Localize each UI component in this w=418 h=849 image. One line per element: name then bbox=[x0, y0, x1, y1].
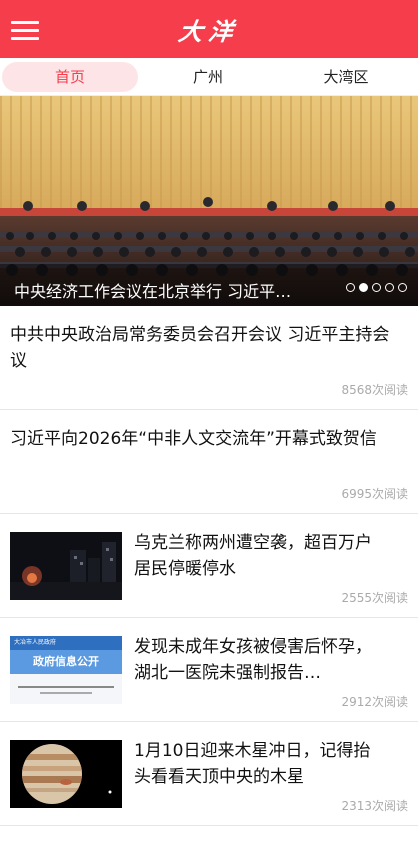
tab-guangzhou[interactable]: 广州 bbox=[140, 62, 276, 92]
news-thumbnail bbox=[10, 740, 122, 808]
news-item[interactable]: 中共中央政治局常务委员会召开会议 习近平主持会议 8568次阅读 bbox=[0, 306, 418, 410]
carousel-dot[interactable] bbox=[385, 283, 394, 292]
carousel-dot-active[interactable] bbox=[359, 283, 368, 292]
news-item[interactable]: 乌克兰称两州遭空袭，超百万户居民停暖停水 2555次阅读 bbox=[0, 514, 418, 618]
news-item[interactable]: 习近平向2026年“中非人文交流年”开幕式致贺信 6995次阅读 bbox=[0, 410, 418, 514]
thumbnail-site-name: 大冶市人民政府 bbox=[14, 639, 57, 646]
news-title: 发现未成年女孩被侵害后怀孕，湖北一医院未强制报告… bbox=[134, 637, 372, 683]
news-title: 乌克兰称两州遭空袭，超百万户居民停暖停水 bbox=[134, 533, 372, 579]
tab-greater-bay-area[interactable]: 大湾区 bbox=[276, 62, 416, 92]
tab-home[interactable]: 首页 bbox=[2, 62, 138, 92]
app-title: 大洋 bbox=[176, 18, 241, 46]
news-thumbnail bbox=[10, 532, 122, 600]
carousel-caption[interactable]: 中央经济工作会议在北京举行 习近平… bbox=[14, 278, 291, 302]
view-count: 2912次阅读 bbox=[341, 695, 408, 709]
news-item[interactable]: 1月10日迎来木星冲日，记得抬头看看天顶中央的木星 2313次阅读 bbox=[0, 722, 418, 826]
carousel-dot[interactable] bbox=[346, 283, 355, 292]
view-count: 8568次阅读 bbox=[341, 383, 408, 397]
night-city-photo bbox=[10, 532, 122, 600]
news-thumbnail: 大冶市人民政府 政府信息公开 bbox=[10, 636, 122, 704]
carousel-dot[interactable] bbox=[398, 283, 407, 292]
category-tabs: 首页 广州 大湾区 bbox=[0, 58, 418, 96]
news-title: 习近平向2026年“中非人文交流年”开幕式致贺信 bbox=[10, 429, 377, 449]
app-header: 大洋 bbox=[0, 0, 418, 58]
carousel-dot[interactable] bbox=[372, 283, 381, 292]
news-title: 1月10日迎来木星冲日，记得抬头看看天顶中央的木星 bbox=[134, 741, 371, 787]
conference-photo bbox=[0, 96, 418, 306]
thumbnail-banner-text: 政府信息公开 bbox=[33, 655, 99, 668]
news-item[interactable]: 大冶市人民政府 政府信息公开 发现未成年女孩被侵害后怀孕，湖北一医院未强制报告…… bbox=[0, 618, 418, 722]
jupiter-photo bbox=[10, 740, 122, 808]
view-count: 2555次阅读 bbox=[341, 591, 408, 605]
news-title: 中共中央政治局常务委员会召开会议 习近平主持会议 bbox=[10, 325, 390, 371]
view-count: 6995次阅读 bbox=[341, 487, 408, 501]
headline-carousel[interactable] bbox=[0, 96, 418, 306]
view-count: 2313次阅读 bbox=[341, 799, 408, 813]
